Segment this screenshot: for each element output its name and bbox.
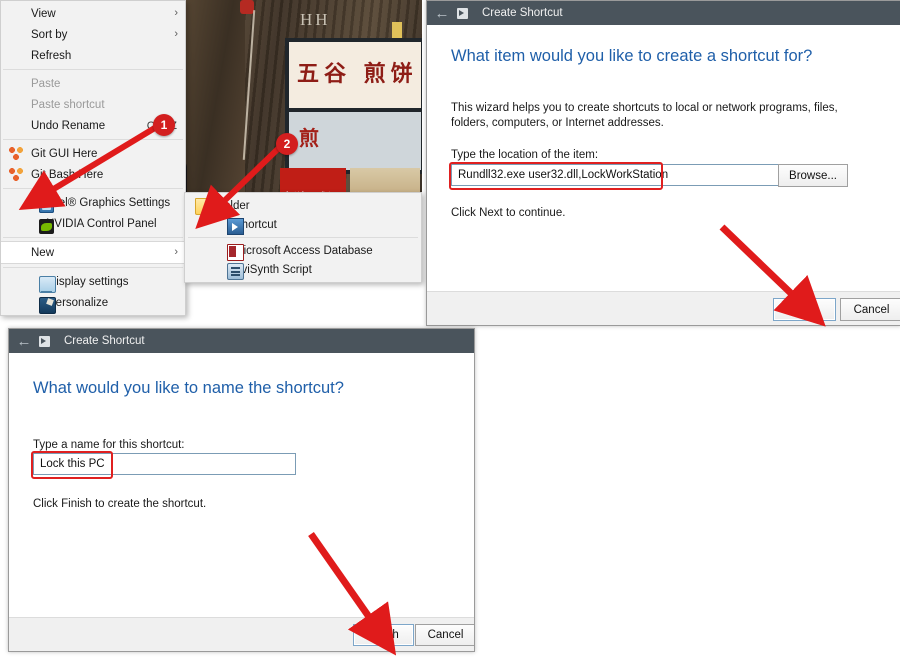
photo-red-lantern bbox=[240, 0, 254, 14]
context-menu-item-display-settings[interactable]: Display settings bbox=[1, 271, 185, 293]
cancel-button[interactable]: Cancel bbox=[840, 298, 900, 321]
context-menu-item-paste-shortcut: Paste shortcut bbox=[1, 94, 185, 115]
submenu-separator bbox=[188, 237, 418, 238]
context-menu-item-label: Paste bbox=[31, 77, 61, 90]
context-menu-item-nvidia-control-panel[interactable]: NVIDIA Control Panel bbox=[1, 213, 185, 234]
submenu-item-label: Folder bbox=[217, 199, 250, 212]
submenu-item-folder[interactable]: Folder bbox=[185, 196, 421, 215]
context-menu-separator bbox=[3, 267, 183, 268]
shortcut-window-icon bbox=[39, 335, 50, 347]
submenu-item-microsoft-access-database[interactable]: Microsoft Access Database bbox=[185, 241, 421, 261]
location-input-value: Rundll32.exe user32.dll,LockWorkStation bbox=[458, 169, 669, 181]
display-icon bbox=[39, 276, 56, 293]
wizard-footer: Next Cancel bbox=[427, 291, 900, 325]
intel-icon bbox=[39, 198, 54, 213]
window-title: Create Shortcut bbox=[64, 335, 145, 347]
personalize-icon bbox=[39, 297, 56, 314]
submenu-item-label: Microsoft Access Database bbox=[234, 244, 373, 257]
wizard-hint: Click Finish to create the shortcut. bbox=[33, 498, 207, 510]
context-menu-item-label: New bbox=[31, 246, 55, 259]
window-title-bar: ← Create Shortcut bbox=[9, 329, 474, 353]
context-menu-item-paste: Paste bbox=[1, 73, 185, 94]
wizard-hint: Click Next to continue. bbox=[451, 207, 566, 219]
context-menu-item-intel-graphics-settings[interactable]: Intel® Graphics Settings bbox=[1, 192, 185, 213]
window-title-bar: ← Create Shortcut bbox=[427, 1, 900, 25]
photo-hh-text: HH bbox=[300, 10, 331, 29]
shortcut-icon bbox=[227, 218, 244, 235]
context-menu-item-label: Undo Rename bbox=[31, 119, 106, 132]
step-badge-1: 1 bbox=[153, 114, 175, 136]
photo-sign-text-1: 五谷 煎饼 bbox=[297, 62, 418, 87]
context-menu-item-personalize[interactable]: Personalize bbox=[1, 292, 185, 314]
wizard-footer: Finish Cancel bbox=[9, 617, 474, 651]
location-input[interactable]: Rundll32.exe user32.dll,LockWorkStation bbox=[451, 164, 799, 186]
context-menu-separator bbox=[3, 69, 183, 70]
browse-button[interactable]: Browse... bbox=[778, 164, 848, 187]
git-icon bbox=[9, 146, 24, 161]
context-menu-item-refresh[interactable]: Refresh bbox=[1, 45, 185, 66]
context-menu-item-label: Git Bash Here bbox=[31, 168, 104, 181]
next-button[interactable]: Next bbox=[773, 298, 836, 321]
context-menu-item-label: Intel® Graphics Settings bbox=[46, 196, 171, 209]
context-menu-separator bbox=[3, 237, 183, 238]
context-menu-item-git-gui-here[interactable]: Git GUI Here bbox=[1, 143, 185, 164]
context-menu-item-label: Personalize bbox=[48, 296, 109, 309]
desktop-context-menu[interactable]: View › Sort by › Refresh Paste Paste sho… bbox=[0, 0, 186, 316]
name-field-label: Type a name for this shortcut: bbox=[33, 439, 185, 451]
new-submenu[interactable]: Folder Shortcut Microsoft Access Databas… bbox=[184, 192, 422, 283]
window-title: Create Shortcut bbox=[482, 7, 563, 19]
context-menu-item-sort-by[interactable]: Sort by › bbox=[1, 24, 185, 45]
context-menu-item-view[interactable]: View › bbox=[1, 3, 185, 24]
chevron-right-icon: › bbox=[174, 28, 178, 40]
photo-sign-text-2: 煎 bbox=[299, 126, 325, 150]
location-field-label: Type the location of the item: bbox=[451, 149, 599, 161]
context-menu-item-label: NVIDIA Control Panel bbox=[46, 217, 157, 230]
back-arrow-icon[interactable]: ← bbox=[9, 334, 39, 349]
submenu-item-label: AviSynth Script bbox=[234, 263, 312, 276]
context-menu-item-label: View bbox=[31, 7, 56, 20]
context-menu-item-label: Git GUI Here bbox=[31, 147, 98, 160]
shortcut-window-icon bbox=[457, 7, 468, 19]
context-menu-item-label: Paste shortcut bbox=[31, 98, 105, 111]
create-shortcut-name-window[interactable]: ← Create Shortcut What would you like to… bbox=[8, 328, 475, 652]
access-database-icon bbox=[227, 244, 244, 261]
wizard-heading: What item would you like to create a sho… bbox=[451, 47, 813, 65]
chevron-right-icon: › bbox=[174, 246, 178, 258]
step-badge-2: 2 bbox=[276, 133, 298, 155]
create-shortcut-location-window[interactable]: ← Create Shortcut What item would you li… bbox=[426, 0, 900, 326]
context-menu-item-label: Refresh bbox=[31, 49, 72, 62]
photo-lightbox-sign-1: 五谷 煎饼 bbox=[285, 38, 422, 112]
context-menu-item-git-bash-here[interactable]: Git Bash Here bbox=[1, 164, 185, 185]
chevron-right-icon: › bbox=[174, 7, 178, 19]
photo-lightbox-sign-2: 煎 bbox=[285, 108, 422, 174]
submenu-item-shortcut[interactable]: Shortcut bbox=[185, 215, 421, 235]
nvidia-icon bbox=[39, 219, 54, 234]
git-icon bbox=[9, 167, 24, 182]
context-menu-item-label: Display settings bbox=[48, 275, 129, 288]
context-menu-item-new[interactable]: New › bbox=[1, 241, 185, 264]
wizard-description: This wizard helps you to create shortcut… bbox=[451, 102, 838, 129]
submenu-item-avisynth-script[interactable]: AviSynth Script bbox=[185, 260, 421, 280]
back-arrow-icon[interactable]: ← bbox=[427, 6, 457, 21]
shortcut-name-input-value: Lock this PC bbox=[40, 458, 105, 470]
cancel-button[interactable]: Cancel bbox=[415, 624, 474, 646]
context-menu-item-label: Sort by bbox=[31, 28, 68, 41]
shortcut-name-input[interactable]: Lock this PC bbox=[33, 453, 296, 475]
finish-button[interactable]: Finish bbox=[353, 624, 414, 646]
folder-icon bbox=[195, 198, 212, 215]
avisynth-script-icon bbox=[227, 263, 244, 280]
context-menu-separator bbox=[3, 139, 183, 140]
context-menu-separator bbox=[3, 188, 183, 189]
wizard-heading: What would you like to name the shortcut… bbox=[33, 379, 344, 397]
